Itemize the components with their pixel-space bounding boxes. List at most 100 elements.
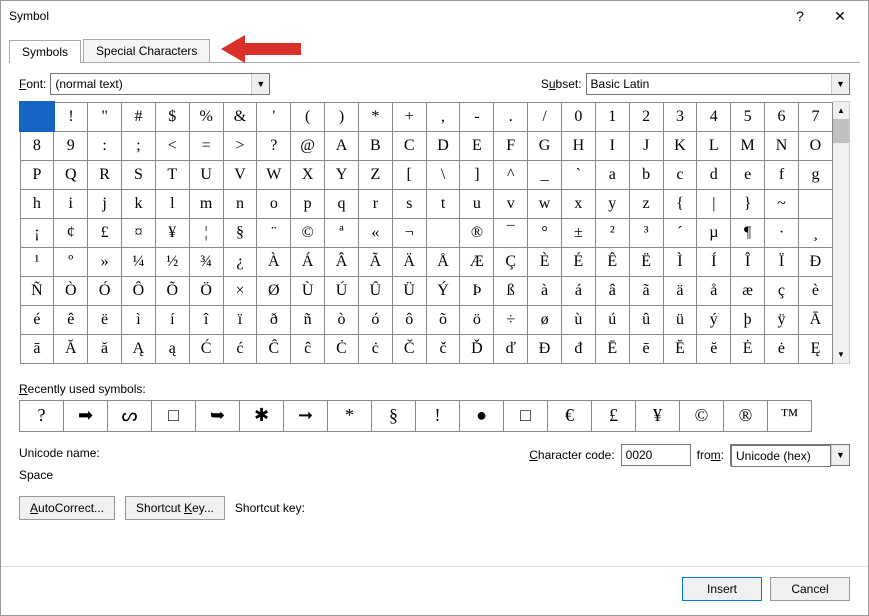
symbol-cell[interactable]: ü <box>663 305 697 334</box>
symbol-cell[interactable]: ó <box>358 305 392 334</box>
symbol-cell[interactable]: I <box>595 131 629 160</box>
symbol-cell[interactable]: @ <box>291 131 325 160</box>
symbol-cell[interactable]: ¼ <box>122 247 156 276</box>
symbol-cell[interactable]: ē <box>629 334 663 363</box>
symbol-cell[interactable]: z <box>629 189 663 218</box>
symbol-cell[interactable]: 8 <box>20 131 54 160</box>
symbol-cell[interactable]: Ċ <box>325 334 359 363</box>
insert-button[interactable]: Insert <box>682 577 762 601</box>
symbol-cell[interactable]: Ē <box>595 334 629 363</box>
symbol-cell[interactable]: è <box>798 276 832 305</box>
symbol-cell[interactable]: W <box>257 160 291 189</box>
symbol-cell[interactable]: æ <box>731 276 765 305</box>
symbol-cell[interactable]: « <box>358 218 392 247</box>
symbol-cell[interactable]: ^ <box>494 160 528 189</box>
symbol-cell[interactable]: ¥ <box>155 218 189 247</box>
symbol-cell[interactable]: } <box>731 189 765 218</box>
symbol-cell[interactable]: Æ <box>460 247 494 276</box>
symbol-cell[interactable]: o <box>257 189 291 218</box>
chevron-down-icon[interactable]: ▼ <box>251 74 269 94</box>
symbol-cell[interactable]: Ā <box>798 305 832 334</box>
symbol-cell[interactable]: ¿ <box>223 247 257 276</box>
symbol-cell[interactable] <box>798 189 832 218</box>
symbol-cell[interactable]: ¡ <box>20 218 54 247</box>
symbol-cell[interactable]: î <box>189 305 223 334</box>
symbol-cell[interactable]: + <box>392 102 426 131</box>
symbol-cell[interactable]: ù <box>562 305 596 334</box>
symbol-cell[interactable]: Õ <box>155 276 189 305</box>
symbol-cell[interactable]: × <box>223 276 257 305</box>
symbol-cell[interactable]: Q <box>54 160 88 189</box>
symbol-cell[interactable]: ã <box>629 276 663 305</box>
symbol-cell[interactable]: # <box>122 102 156 131</box>
symbol-cell[interactable]: ¾ <box>189 247 223 276</box>
symbol-cell[interactable]: Ü <box>392 276 426 305</box>
tab-special-characters[interactable]: Special Characters <box>83 39 210 62</box>
help-button[interactable]: ? <box>780 8 820 24</box>
symbol-cell[interactable]: À <box>257 247 291 276</box>
symbol-cell[interactable]: ê <box>54 305 88 334</box>
symbol-cell[interactable]: u <box>460 189 494 218</box>
symbol-cell[interactable]: Z <box>358 160 392 189</box>
symbol-cell[interactable]: E <box>460 131 494 160</box>
symbol-cell[interactable]: H <box>562 131 596 160</box>
symbol-cell[interactable]: l <box>155 189 189 218</box>
symbol-cell[interactable]: ¨ <box>257 218 291 247</box>
symbol-cell[interactable]: ; <box>122 131 156 160</box>
symbol-cell[interactable]: f <box>765 160 799 189</box>
symbol-cell[interactable]: Ø <box>257 276 291 305</box>
symbol-cell[interactable]: ¶ <box>731 218 765 247</box>
symbol-cell[interactable]: k <box>122 189 156 218</box>
symbol-cell[interactable]: Đ <box>528 334 562 363</box>
symbol-cell[interactable]: ? <box>257 131 291 160</box>
symbol-cell[interactable]: Ď <box>460 334 494 363</box>
symbol-cell[interactable]: Ą <box>122 334 156 363</box>
symbol-cell[interactable]: á <box>562 276 596 305</box>
symbol-cell[interactable]: ³ <box>629 218 663 247</box>
symbol-cell[interactable]: ð <box>257 305 291 334</box>
symbol-cell[interactable]: ĕ <box>697 334 731 363</box>
symbol-cell[interactable]: Ė <box>731 334 765 363</box>
symbol-cell[interactable]: Ö <box>189 276 223 305</box>
symbol-cell[interactable]: 9 <box>54 131 88 160</box>
symbol-cell[interactable]: & <box>223 102 257 131</box>
symbol-cell[interactable]: Ĉ <box>257 334 291 363</box>
symbol-cell[interactable]: Y <box>325 160 359 189</box>
symbol-cell[interactable]: § <box>223 218 257 247</box>
symbol-cell[interactable]: µ <box>697 218 731 247</box>
symbol-cell[interactable]: ® <box>460 218 494 247</box>
symbol-cell[interactable]: { <box>663 189 697 218</box>
symbol-cell[interactable]: Ù <box>291 276 325 305</box>
symbol-cell[interactable]: = <box>189 131 223 160</box>
symbol-cell[interactable]: M <box>731 131 765 160</box>
symbol-cell[interactable]: ¸ <box>798 218 832 247</box>
recent-symbol-cell[interactable]: ᔕ <box>108 401 152 431</box>
recent-symbol-cell[interactable]: ? <box>20 401 64 431</box>
symbol-cell[interactable]: ' <box>257 102 291 131</box>
symbol-cell[interactable]: w <box>528 189 562 218</box>
symbol-cell[interactable]: ä <box>663 276 697 305</box>
symbol-cell[interactable]: · <box>765 218 799 247</box>
recent-symbol-cell[interactable]: □ <box>504 401 548 431</box>
chevron-down-icon[interactable]: ▼ <box>831 74 849 94</box>
symbol-cell[interactable]: G <box>528 131 562 160</box>
symbol-cell[interactable]: ` <box>562 160 596 189</box>
symbol-cell[interactable]: Ó <box>88 276 122 305</box>
symbol-cell[interactable]: © <box>291 218 325 247</box>
from-select[interactable]: ▼ <box>730 444 850 466</box>
symbol-cell[interactable]: - <box>460 102 494 131</box>
symbol-cell[interactable]: È <box>528 247 562 276</box>
symbol-cell[interactable]: i <box>54 189 88 218</box>
symbol-cell[interactable]: ö <box>460 305 494 334</box>
symbol-cell[interactable]: é <box>20 305 54 334</box>
symbol-cell[interactable]: s <box>392 189 426 218</box>
shortcut-key-button[interactable]: Shortcut Key... <box>125 496 225 520</box>
chevron-down-icon[interactable]: ▼ <box>831 445 849 465</box>
symbol-cell[interactable]: ô <box>392 305 426 334</box>
symbol-cell[interactable]: ø <box>528 305 562 334</box>
symbol-cell[interactable]: b <box>629 160 663 189</box>
symbol-cell[interactable]: Ã <box>358 247 392 276</box>
symbol-cell[interactable]: ë <box>88 305 122 334</box>
autocorrect-button[interactable]: AutoCorrect... <box>19 496 115 520</box>
symbol-cell[interactable]: R <box>88 160 122 189</box>
